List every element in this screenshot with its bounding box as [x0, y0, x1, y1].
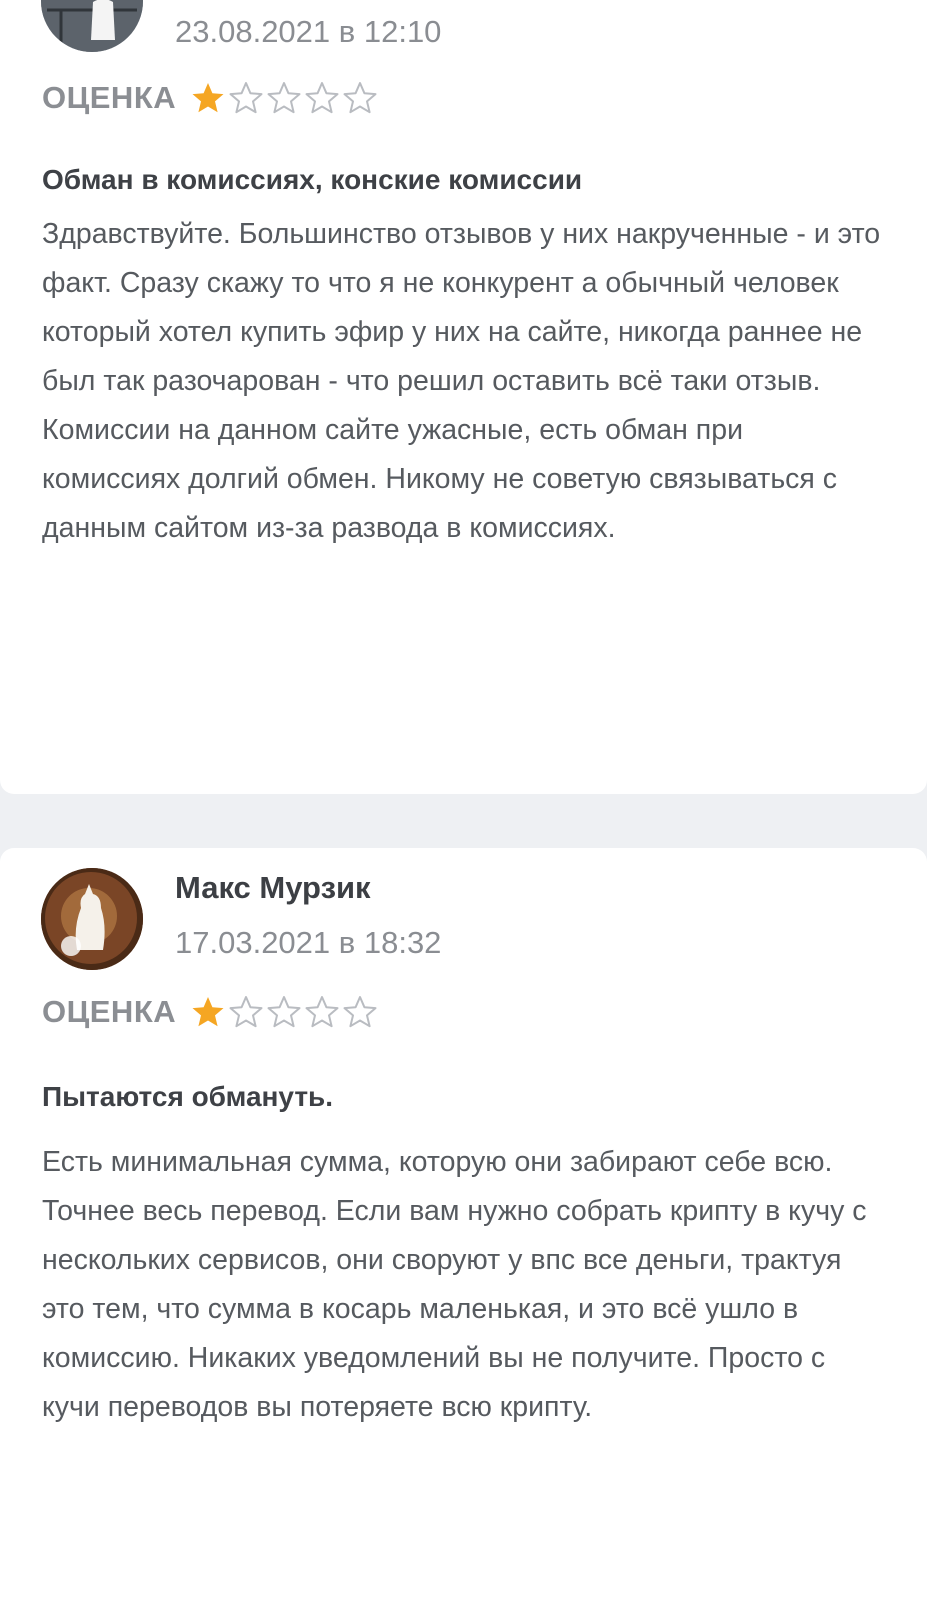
review-body: Есть минимальная сумма, которую они заби… — [42, 1146, 867, 1423]
rating-label: ОЦЕНКА — [42, 80, 177, 115]
review-date: 17.03.2021 в 18:32 — [175, 925, 442, 960]
review-author[interactable]: Макс Мурзик — [175, 870, 371, 906]
star-filled-icon — [192, 83, 224, 113]
star-outline-icon — [267, 996, 301, 1028]
star-outline-icon — [267, 82, 301, 114]
avatar[interactable] — [41, 0, 143, 52]
rating-stars — [190, 80, 378, 116]
star-outline-icon — [229, 996, 263, 1028]
star-outline-icon — [343, 82, 377, 114]
star-outline-icon — [305, 996, 339, 1028]
rating-row: ОЦЕНКА — [42, 992, 378, 1032]
review-card-2: Макс Мурзик 17.03.2021 в 18:32 ОЦЕНКА Пы… — [0, 848, 927, 1618]
rating-label: ОЦЕНКА — [42, 994, 177, 1029]
review-title: Обман в комиссиях, конские комиссии — [42, 164, 583, 195]
cat-avatar-photo — [41, 868, 143, 970]
rating-row: ОЦЕНКА — [42, 78, 378, 118]
review-body: Здравствуйте. Большинство отзывов у них … — [42, 218, 881, 544]
star-filled-icon — [192, 997, 224, 1027]
avatar[interactable] — [41, 868, 143, 970]
star-outline-icon — [343, 996, 377, 1028]
review-card-1: 23.08.2021 в 12:10 ОЦЕНКА Обман в комисс… — [0, 0, 927, 794]
avatar-photo — [41, 0, 143, 52]
rating-stars — [190, 994, 378, 1030]
star-outline-icon — [305, 82, 339, 114]
review-date: 23.08.2021 в 12:10 — [175, 14, 442, 49]
review-title: Пытаются обмануть. — [42, 1081, 334, 1112]
star-outline-icon — [229, 82, 263, 114]
